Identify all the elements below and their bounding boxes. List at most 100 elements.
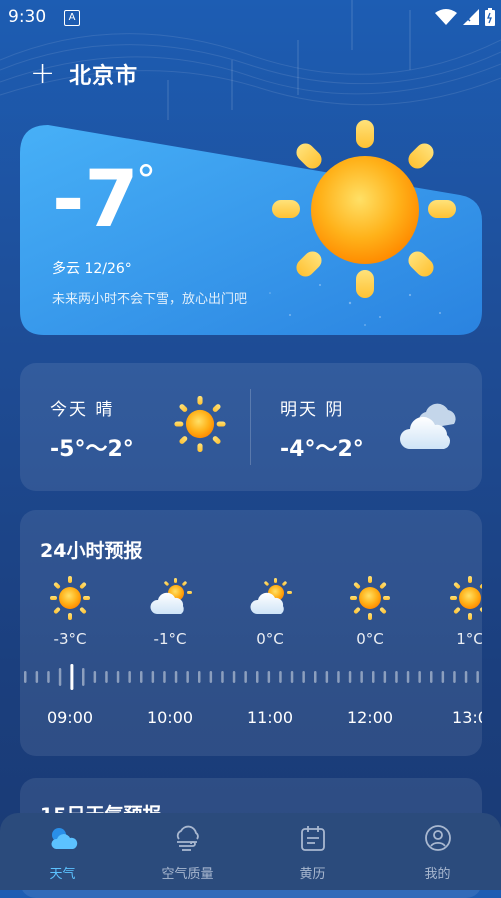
sun-icon (45, 576, 95, 620)
hour-time: 09:00 (46, 708, 94, 727)
battery-icon (485, 8, 495, 26)
ruler-tick (163, 671, 166, 683)
status-time: 9:30 (8, 7, 47, 27)
tomorrow-forecast[interactable]: 明天 阴 -4°～2° (280, 363, 470, 491)
ruler-tick (476, 671, 479, 683)
hour-time: 13:0 (452, 708, 482, 727)
ruler-tick (360, 671, 363, 683)
tab-weather[interactable]: 天气 (0, 813, 125, 890)
ruler-tick (174, 671, 178, 683)
today-range: -5°～2° (50, 437, 134, 462)
status-bar: 9:30 A (0, 0, 501, 36)
ruler-tick (70, 664, 74, 690)
calendar-icon (300, 826, 325, 851)
ruler-tick (82, 668, 85, 686)
ruler-tick (105, 671, 108, 683)
tab-almanac[interactable]: 黄历 (250, 813, 375, 890)
cloud-icon (400, 403, 456, 449)
ruler-tick (383, 671, 387, 683)
user-icon (424, 825, 451, 851)
hour-item[interactable]: 0°C (240, 576, 300, 648)
ruler-tick (116, 671, 120, 683)
ruler-tick (244, 671, 247, 683)
add-city-button[interactable]: + (30, 59, 55, 89)
ruler-tick (441, 671, 445, 683)
hour-time: 10:00 (146, 708, 194, 727)
sun-icon (345, 576, 395, 620)
ruler-tick (24, 671, 27, 683)
degree-symbol: ° (136, 158, 156, 204)
ruler-tick (325, 671, 329, 683)
hour-temp: 0°C (256, 630, 284, 648)
ruler-tick (198, 671, 201, 683)
wifi-icon (435, 9, 457, 25)
today-label: 今天 晴 (50, 400, 115, 420)
tab-profile[interactable]: 我的 (375, 813, 500, 890)
ruler-tick (406, 671, 410, 683)
ruler-tick (464, 671, 468, 683)
wind-cloud-icon (176, 825, 199, 851)
tab-label: 天气 (49, 867, 76, 882)
ruler-tick (221, 671, 224, 683)
city-name[interactable]: 北京市 (69, 58, 138, 90)
ruler-tick (314, 671, 317, 683)
sun-icon (445, 576, 482, 620)
hour-item[interactable]: 1°C (440, 576, 482, 648)
hourly-title: 24小时预报 (40, 540, 143, 562)
ruler-tick (453, 671, 456, 683)
tab-label: 黄历 (299, 867, 326, 882)
sun-icon (168, 395, 232, 453)
tab-label: 空气质量 (161, 867, 214, 882)
status-icons (435, 8, 495, 26)
hour-time: 11:00 (246, 708, 294, 727)
tomorrow-label: 明天 阴 (280, 400, 345, 420)
tab-label: 我的 (424, 867, 451, 882)
hourly-forecast-card[interactable]: 24小时预报 -3°C -1°C 0°C 0°C 1°C 09:00 10:00… (20, 510, 482, 756)
ruler-tick (348, 671, 352, 683)
ruler-tick (418, 671, 421, 683)
hour-temp: -3°C (53, 630, 87, 648)
ruler-tick (58, 668, 62, 686)
current-condition: 多云 12/26° (52, 261, 132, 277)
current-temperature: -7 (52, 155, 139, 245)
ruler-tick (337, 671, 340, 683)
tomorrow-range: -4°～2° (280, 437, 364, 462)
ruler-tick (151, 671, 155, 683)
ruler-tick (140, 671, 143, 683)
hour-item[interactable]: -1°C (140, 576, 200, 648)
partly-cloudy-icon (245, 576, 295, 620)
hour-item[interactable]: -3°C (40, 576, 100, 648)
today-forecast[interactable]: 今天 晴 -5°～2° (50, 363, 240, 491)
signal-icon (463, 9, 479, 25)
partly-cloudy-icon (145, 576, 195, 620)
precipitation-tip: 未来两小时不会下雪，放心出门吧 (52, 292, 248, 307)
time-ruler[interactable] (20, 660, 482, 694)
city-header: + 北京市 (30, 58, 138, 90)
ruler-tick (430, 671, 433, 683)
hour-time: 12:00 (346, 708, 394, 727)
cloud-sun-icon (50, 828, 77, 849)
ruler-tick (267, 671, 271, 683)
sun-icon (272, 120, 456, 298)
divider (250, 389, 251, 465)
ruler-tick (302, 671, 305, 683)
ruler-tick (209, 671, 213, 683)
ruler-tick (279, 671, 282, 683)
ruler-tick (290, 671, 294, 683)
ruler-tick (35, 671, 39, 683)
ruler-tick (372, 671, 375, 683)
hour-temp: -1°C (153, 630, 187, 648)
ruler-tick (128, 671, 131, 683)
two-day-card[interactable]: 今天 晴 -5°～2° 明天 阴 -4°～2° (20, 363, 482, 491)
tab-air-quality[interactable]: 空气质量 (125, 813, 250, 890)
ruler-tick (232, 671, 236, 683)
bottom-tab-bar: 天气 空气质量 黄历 我的 (0, 813, 501, 890)
ruler-tick (186, 671, 189, 683)
ruler-tick (395, 671, 398, 683)
ruler-tick (93, 671, 97, 683)
hour-temp: 0°C (356, 630, 384, 648)
ruler-tick (47, 671, 50, 683)
hour-item[interactable]: 0°C (340, 576, 400, 648)
notification-icon: A (64, 10, 80, 26)
hour-temp: 1°C (456, 630, 482, 648)
